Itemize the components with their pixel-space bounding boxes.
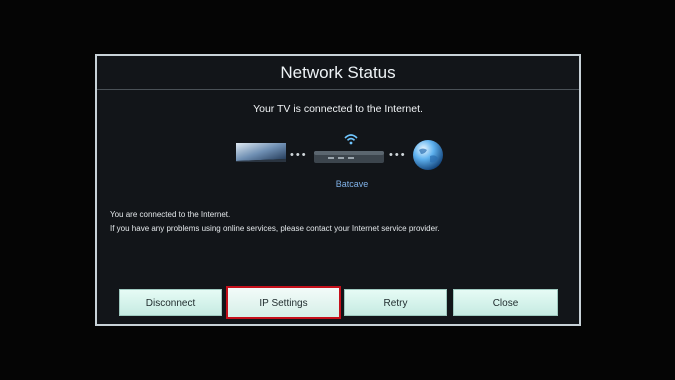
wifi-icon	[344, 134, 358, 145]
ip-settings-button[interactable]: IP Settings	[226, 286, 341, 319]
status-message: You are connected to the Internet.	[110, 210, 231, 219]
disconnect-button[interactable]: Disconnect	[119, 289, 222, 316]
button-row: Disconnect IP Settings Retry Close	[97, 286, 579, 319]
connection-diagram: ••• ••• Batcave	[97, 126, 579, 196]
dialog-title: Network Status	[97, 56, 579, 90]
connection-headline: Your TV is connected to the Internet.	[253, 103, 423, 115]
globe-icon	[413, 140, 443, 170]
help-message: If you have any problems using online se…	[110, 224, 440, 233]
link-dots-right: •••	[389, 149, 407, 161]
close-button[interactable]: Close	[453, 289, 558, 316]
router-icon	[314, 151, 384, 163]
network-name: Batcave	[335, 179, 369, 189]
network-status-dialog: Network Status Your TV is connected to t…	[95, 54, 581, 326]
link-dots-left: •••	[290, 149, 308, 161]
status-messages: You are connected to the Internet. If yo…	[110, 208, 570, 236]
retry-button[interactable]: Retry	[344, 289, 447, 316]
tv-icon	[236, 143, 286, 162]
